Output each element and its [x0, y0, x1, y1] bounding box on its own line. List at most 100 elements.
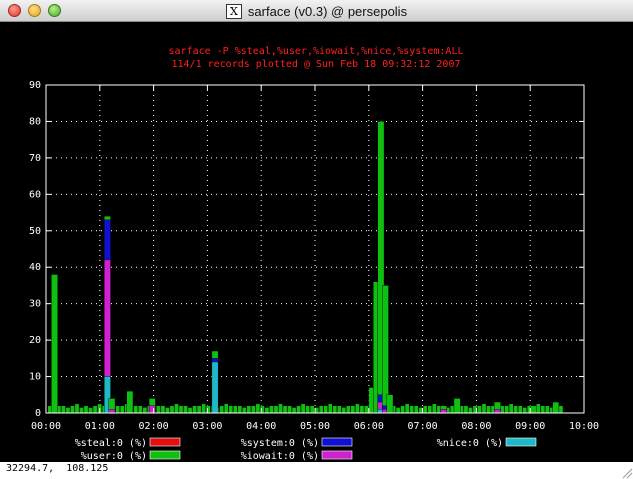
bar-user	[404, 403, 410, 414]
bar-user	[178, 405, 184, 414]
bar-iowait	[108, 409, 116, 414]
legend-swatch-system	[321, 437, 353, 447]
xterm-window: X sarface (v0.3) @ persepolis sarface -P…	[0, 0, 633, 479]
bar-user	[296, 405, 301, 414]
bar-user	[126, 390, 134, 414]
bar-user	[119, 405, 125, 414]
bar-user	[196, 405, 202, 414]
bar-user	[174, 403, 179, 414]
bar-user	[237, 405, 243, 414]
bar-user	[504, 405, 509, 414]
bar-user	[309, 405, 315, 414]
bar-user	[246, 405, 252, 414]
bar-user	[486, 405, 491, 414]
bar-iowait	[494, 409, 501, 414]
bar-user	[552, 401, 560, 414]
bar-user	[477, 405, 482, 414]
y-tick-label: 30	[29, 299, 41, 310]
legend-label-nice: %nice:0 (%)	[437, 438, 503, 449]
bar-user	[337, 405, 342, 414]
bar-user	[183, 405, 188, 414]
bar-user	[160, 405, 166, 414]
y-tick-label: 10	[29, 372, 41, 383]
bar-user	[463, 405, 469, 414]
bar-user	[386, 394, 394, 414]
x-tick-label: 09:00	[515, 421, 545, 432]
bar-user	[350, 405, 356, 414]
title-wrap: X sarface (v0.3) @ persepolis	[0, 0, 633, 22]
x-tick-label: 04:00	[246, 421, 276, 432]
title-bar[interactable]: X sarface (v0.3) @ persepolis	[0, 0, 633, 22]
bar-user	[255, 403, 261, 414]
bar-user	[382, 285, 389, 414]
bar-user	[558, 405, 564, 414]
bar-user	[436, 405, 442, 414]
bar-user	[545, 405, 550, 414]
bar-user	[364, 405, 369, 414]
y-tick-label: 80	[29, 116, 41, 127]
bar-user	[201, 403, 206, 414]
cursor-coordinates: 32294.7, 108.125	[6, 463, 109, 474]
y-tick-label: 70	[29, 153, 41, 164]
bar-user	[92, 405, 98, 414]
y-tick-label: 20	[29, 335, 41, 346]
bar-user	[233, 405, 238, 414]
bar-user	[88, 407, 93, 414]
bar-user	[269, 405, 274, 414]
legend-swatch-iowait	[321, 450, 353, 460]
bar-user	[156, 405, 161, 414]
bar-user	[79, 407, 84, 414]
bar-user	[51, 274, 58, 414]
bar-user	[305, 405, 310, 414]
bar-user	[346, 405, 351, 414]
legend-swatch-steal	[149, 437, 181, 447]
plot-border	[45, 84, 585, 414]
bar-user	[65, 407, 71, 414]
bar-user	[355, 403, 360, 414]
bar-user	[327, 403, 333, 414]
bar-user	[400, 405, 405, 414]
bar-user	[413, 405, 419, 414]
bar-iowait	[440, 409, 448, 414]
bar-user	[278, 403, 283, 414]
bar-user	[332, 405, 338, 414]
x-tick-label: 07:00	[408, 421, 438, 432]
bar-user	[468, 407, 473, 414]
x-tick-label: 10:00	[569, 421, 599, 432]
x-tick-label: 03:00	[192, 421, 222, 432]
bar-user	[223, 403, 229, 414]
bar-user	[540, 405, 546, 414]
bar-user	[427, 405, 433, 414]
bar-user	[291, 407, 297, 414]
x-tick-label: 05:00	[300, 421, 330, 432]
bar-user	[187, 407, 193, 414]
x-tick-label: 02:00	[139, 421, 169, 432]
bar-user	[513, 405, 518, 414]
bar-user	[422, 405, 428, 414]
bar-user	[83, 405, 89, 414]
bar-user	[219, 405, 224, 414]
legend-label-iowait: %iowait:0 (%)	[241, 451, 319, 462]
chart-subtitle: 114/1 records plotted @ Sun Feb 18 09:32…	[172, 59, 461, 70]
legend-swatch-nice	[505, 437, 537, 447]
y-tick-label: 50	[29, 226, 41, 237]
y-tick-label: 60	[29, 189, 41, 200]
bar-user	[205, 405, 211, 414]
bar-user	[287, 405, 292, 414]
bar-user	[70, 405, 75, 414]
y-tick-label: 0	[35, 408, 41, 419]
bar-user	[359, 405, 365, 414]
legend-swatch-user	[149, 450, 181, 460]
bar-user	[318, 405, 324, 414]
bar-user	[453, 398, 461, 414]
bar-nice	[211, 361, 219, 414]
bar-user	[522, 407, 527, 414]
bar-user	[142, 407, 148, 414]
chart-title: sarface -P %steal,%user,%iowait,%nice,%s…	[168, 46, 463, 57]
bar-user	[300, 403, 306, 414]
resize-grip-icon[interactable]	[619, 465, 633, 479]
x-tick-label: 01:00	[85, 421, 115, 432]
x-tick-label: 08:00	[461, 421, 491, 432]
status-bar: 32294.7, 108.125	[0, 462, 633, 479]
bar-user	[133, 405, 139, 414]
